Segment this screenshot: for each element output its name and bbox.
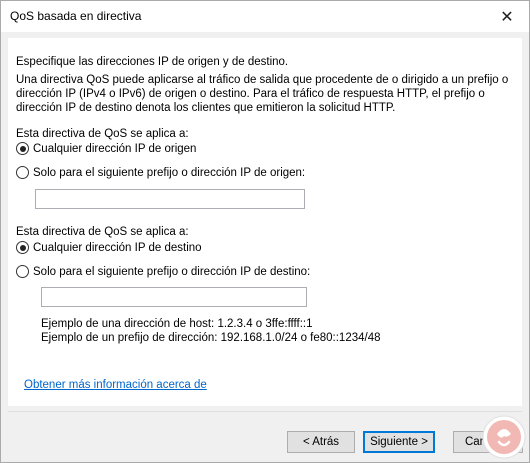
source-section-label: Esta directiva de QoS se aplica a: xyxy=(16,128,189,140)
content-panel: Especifique las direcciones IP de origen… xyxy=(8,38,522,406)
qos-dialog-window: QoS basada en directiva ✕ Especifique la… xyxy=(0,0,530,463)
source-any-radio[interactable]: Cualquier dirección IP de origen xyxy=(16,142,196,155)
destination-specific-label: Solo para el siguiente prefijo o direcci… xyxy=(33,265,311,278)
source-any-label: Cualquier dirección IP de origen xyxy=(33,142,197,155)
title-bar: QoS basada en directiva ✕ xyxy=(1,1,529,32)
example-host-text: Ejemplo de una dirección de host: 1.2.3.… xyxy=(41,318,313,330)
solvetic-logo xyxy=(482,415,526,459)
destination-section-label: Esta directiva de QoS se aplica a: xyxy=(16,226,189,238)
footer-separator xyxy=(8,411,522,412)
radio-unchecked-icon[interactable] xyxy=(16,166,29,179)
example-prefix-text: Ejemplo de un prefijo de dirección: 192.… xyxy=(41,332,381,344)
radio-checked-icon[interactable] xyxy=(16,142,29,155)
source-ip-input[interactable] xyxy=(35,189,305,209)
destination-any-label: Cualquier dirección IP de destino xyxy=(33,241,202,254)
intro-line-1: Una directiva QoS puede aplicarse al trá… xyxy=(16,74,509,86)
destination-ip-input[interactable] xyxy=(41,287,307,307)
intro-line-2: dirección IP (IPv4 o IPv6) de origen o d… xyxy=(16,88,485,100)
next-button[interactable]: Siguiente > xyxy=(363,431,435,453)
destination-any-radio[interactable]: Cualquier dirección IP de destino xyxy=(16,241,202,254)
close-icon[interactable]: ✕ xyxy=(485,1,529,32)
intro-line-3: dirección IP de destino denota los clien… xyxy=(16,102,396,114)
radio-checked-icon[interactable] xyxy=(16,241,29,254)
window-title: QoS basada en directiva xyxy=(10,9,142,23)
back-button[interactable]: < Atrás xyxy=(287,431,355,453)
destination-specific-radio[interactable]: Solo para el siguiente prefijo o direcci… xyxy=(16,265,310,278)
source-specific-label: Solo para el siguiente prefijo o direcci… xyxy=(33,166,306,179)
radio-unchecked-icon[interactable] xyxy=(16,265,29,278)
source-specific-radio[interactable]: Solo para el siguiente prefijo o direcci… xyxy=(16,166,305,179)
intro-heading: Especifique las direcciones IP de origen… xyxy=(16,56,289,68)
more-info-link[interactable]: Obtener más información acerca de xyxy=(24,378,207,393)
